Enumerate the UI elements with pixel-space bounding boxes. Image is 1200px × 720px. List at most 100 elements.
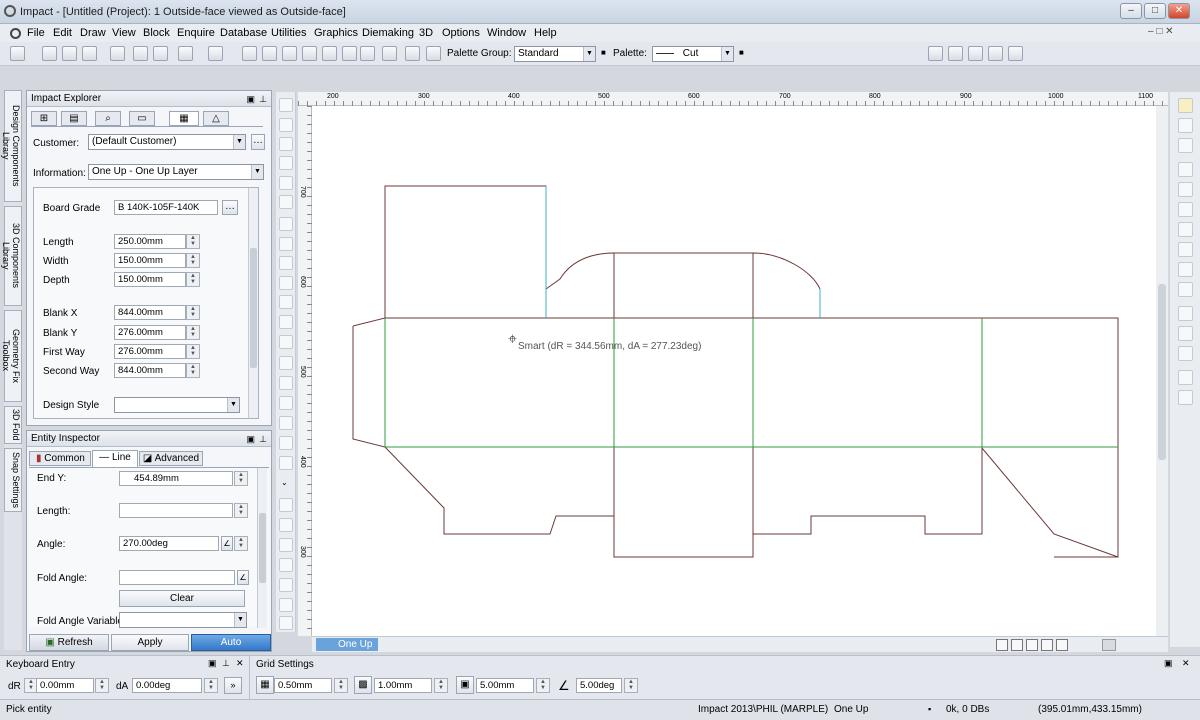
rotate-icon[interactable] — [279, 176, 293, 190]
pin-icon[interactable]: ⊥ — [259, 432, 267, 447]
zoom-icon[interactable] — [996, 639, 1008, 651]
angle-snap-icon[interactable]: ∠ — [558, 678, 574, 694]
save-all-icon[interactable] — [82, 46, 97, 61]
open-icon[interactable] — [42, 46, 57, 61]
arc-icon[interactable] — [279, 98, 293, 112]
menu-view[interactable]: View — [112, 27, 136, 39]
mdi-controls[interactable]: – □ ✕ — [1148, 26, 1174, 37]
end-y-field[interactable]: 454.89mm — [119, 471, 233, 486]
da-field[interactable]: 0.00deg — [132, 678, 202, 693]
menu-window[interactable]: Window — [487, 27, 526, 39]
fold-icon[interactable] — [382, 46, 397, 61]
side-tab-design-components[interactable]: Design Components Library — [1, 90, 22, 202]
paint-icon[interactable] — [1178, 370, 1193, 385]
fold-angle-pick-icon[interactable]: ∠ — [237, 570, 249, 585]
depth-field[interactable]: 150.00mm — [114, 272, 186, 287]
undo-icon[interactable] — [178, 46, 193, 61]
close-icon[interactable]: ✕ — [236, 658, 244, 669]
first-way-stepper[interactable]: ▲ ▼ — [186, 344, 200, 359]
nav-first-icon[interactable] — [1011, 639, 1023, 651]
enter-button[interactable]: » — [224, 677, 242, 694]
explorer-scrollbar[interactable] — [248, 188, 258, 418]
layout-icon[interactable] — [405, 46, 420, 61]
knife-icon[interactable] — [928, 46, 943, 61]
zoom-window-icon[interactable] — [322, 46, 337, 61]
bulb-icon[interactable] — [1178, 98, 1193, 113]
palette-icon[interactable] — [426, 46, 441, 61]
angle-field[interactable]: 270.00deg — [119, 536, 219, 551]
pencil-icon[interactable] — [279, 578, 293, 592]
grid-display-icon[interactable]: ▩ — [354, 676, 372, 694]
tab-triangle-icon[interactable]: △ — [203, 111, 229, 126]
resize-icon[interactable] — [1178, 346, 1193, 361]
blank-y-field[interactable]: 276.00mm — [114, 325, 186, 340]
offset-icon[interactable] — [279, 558, 293, 572]
mirror-icon[interactable] — [279, 237, 293, 251]
box-snap-icon[interactable]: ▣ — [456, 676, 474, 694]
menu-diemaking[interactable]: Diemaking — [362, 27, 414, 39]
float-icon[interactable]: ▣ — [246, 92, 255, 107]
round-corner-icon[interactable] — [279, 396, 293, 410]
grip-icon[interactable] — [1178, 118, 1193, 133]
dr-stepper[interactable]: ▲ ▼ — [95, 678, 109, 693]
horizontal-scroll-thumb[interactable] — [1102, 639, 1116, 651]
pan-icon[interactable] — [302, 46, 317, 61]
box-snap-field[interactable]: 5.00mm — [476, 678, 534, 693]
grid-snap-icon[interactable]: ▦ — [256, 676, 274, 694]
board-grade-browse-button[interactable]: … — [222, 200, 238, 215]
angle-stepper[interactable]: ▲ ▼ — [234, 536, 248, 551]
print-icon[interactable] — [133, 46, 148, 61]
angle-pick-icon[interactable]: ∠ — [221, 536, 233, 551]
tab-line[interactable]: — Line — [92, 450, 138, 467]
fillet-icon[interactable] — [279, 376, 293, 390]
length-field[interactable]: 250.00mm — [114, 234, 186, 249]
scrollbar-thumb[interactable] — [1158, 284, 1166, 460]
save-icon[interactable] — [62, 46, 77, 61]
help-icon[interactable] — [279, 616, 293, 630]
tab-advanced[interactable]: ◪ Advanced — [139, 451, 203, 466]
color-icon[interactable] — [342, 46, 357, 61]
properties-icon[interactable] — [110, 46, 125, 61]
crease-icon[interactable] — [948, 46, 963, 61]
tee-icon[interactable] — [279, 436, 293, 450]
lock-icon[interactable] — [1178, 162, 1193, 177]
side-tab-3d-components[interactable]: 3D Components Library — [1, 206, 22, 306]
minimize-button[interactable]: – — [1120, 3, 1142, 19]
tab-common[interactable]: ▮ Common — [29, 451, 91, 466]
menu-graphics[interactable]: Graphics — [314, 27, 358, 39]
curve-icon[interactable] — [279, 156, 293, 170]
grid-icon[interactable] — [279, 315, 293, 329]
menu-edit[interactable]: Edit — [53, 27, 72, 39]
angle-snap-stepper[interactable]: ▲ ▼ — [624, 678, 638, 693]
drawing-canvas[interactable]: ⌖ Smart (dR = 344.56mm, dA = 277.23deg) — [312, 106, 1156, 636]
extend-icon[interactable] — [1178, 202, 1193, 217]
copy-icon[interactable] — [279, 217, 293, 231]
length-stepper[interactable]: ▲ ▼ — [234, 503, 248, 518]
menu-enquire[interactable]: Enquire — [177, 27, 215, 39]
float-icon[interactable]: ▣ — [246, 432, 255, 447]
layer-tab-one-up[interactable]: One Up — [316, 638, 378, 651]
float-icon[interactable]: ▣ — [1164, 658, 1173, 669]
depth-stepper[interactable]: ▲ ▼ — [186, 272, 200, 287]
fold-angle-field[interactable] — [119, 570, 235, 585]
grid-display-stepper[interactable]: ▲ ▼ — [434, 678, 448, 693]
preview-icon[interactable] — [153, 46, 168, 61]
dr-field[interactable]: 0.00mm — [36, 678, 94, 693]
tab-structure-icon[interactable]: ⊞ — [31, 111, 57, 126]
break-icon[interactable] — [1178, 222, 1193, 237]
menu-database[interactable]: Database — [220, 27, 267, 39]
da-stepper[interactable]: ▲ ▼ — [204, 678, 218, 693]
perf-icon[interactable] — [988, 46, 1003, 61]
trim-icon[interactable] — [1178, 182, 1193, 197]
vertical-scrollbar[interactable] — [1156, 106, 1168, 636]
menu-file[interactable]: File — [27, 27, 45, 39]
join-icon[interactable] — [1178, 242, 1193, 257]
blank-y-stepper[interactable]: ▲ ▼ — [186, 325, 200, 340]
scrollbar-thumb[interactable] — [250, 248, 257, 368]
text-icon[interactable] — [279, 598, 293, 612]
pin-icon[interactable]: ⊥ — [222, 658, 230, 669]
menu-utilities[interactable]: Utilities — [271, 27, 306, 39]
scrollbar-thumb[interactable] — [259, 513, 266, 583]
apply-button[interactable]: Apply — [111, 634, 189, 651]
pen-icon[interactable] — [1178, 390, 1193, 405]
